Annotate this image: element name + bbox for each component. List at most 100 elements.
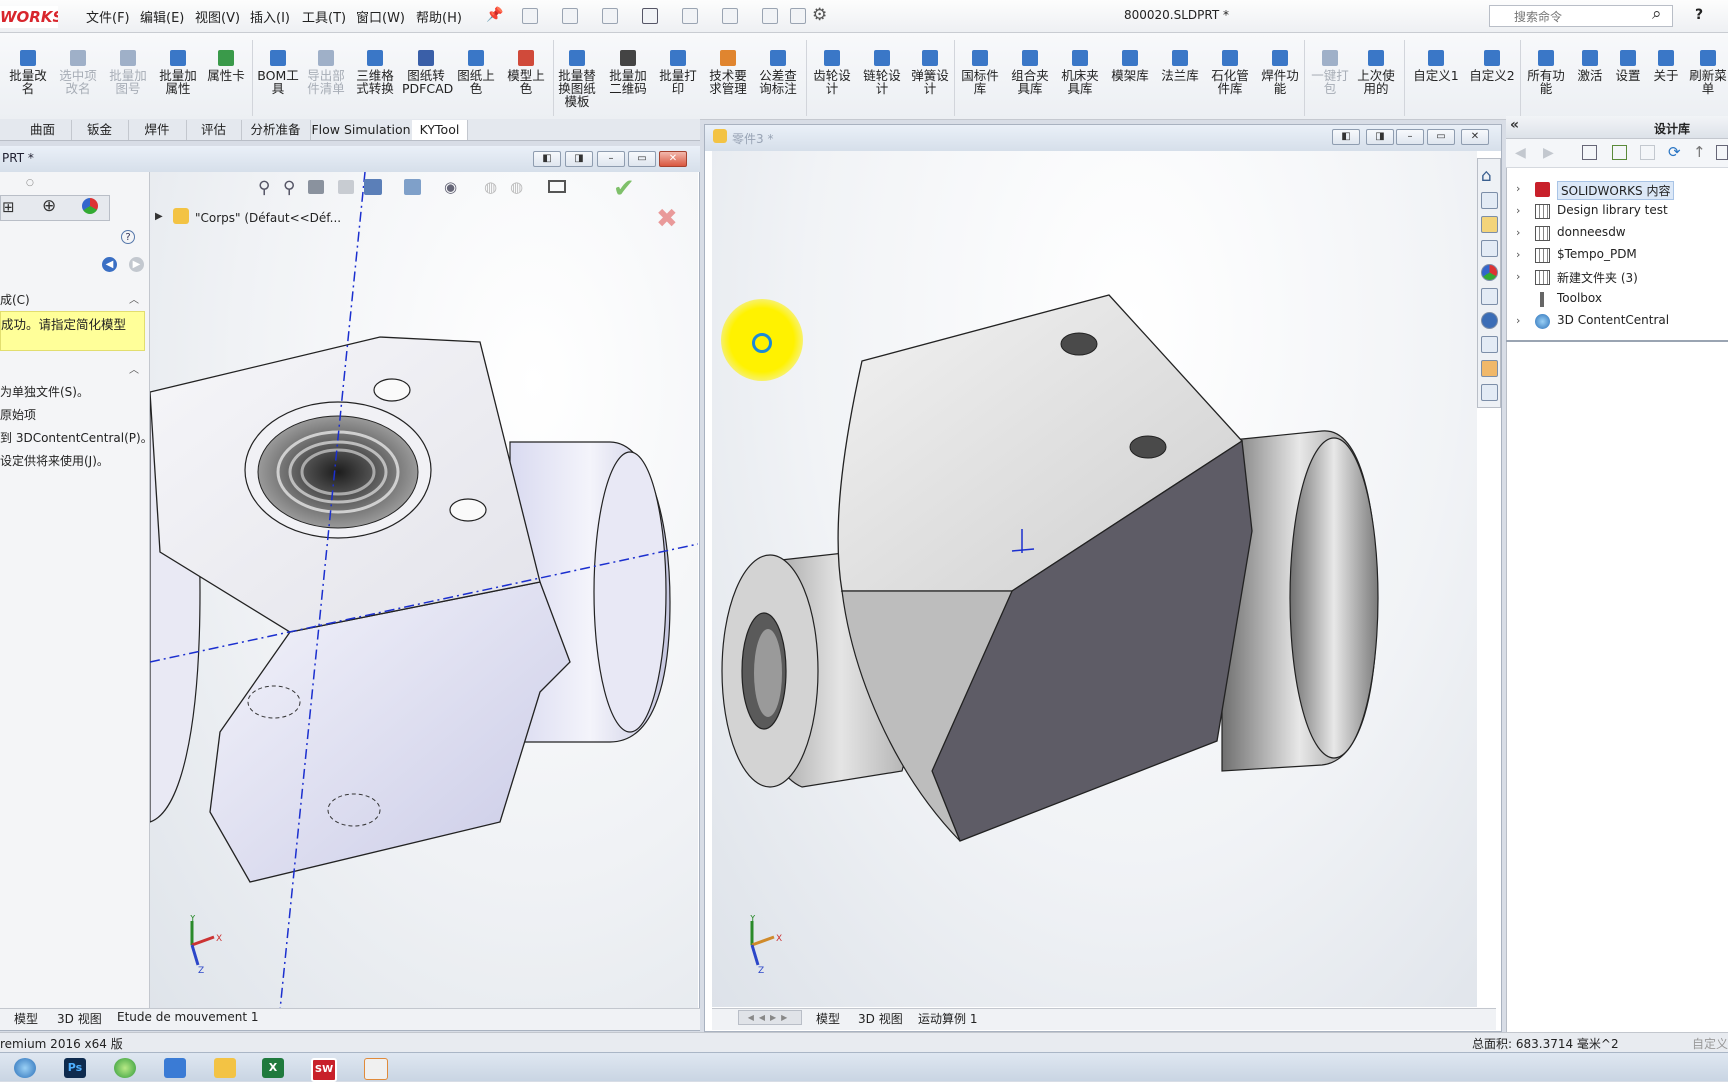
pin-icon[interactable]: 📌 <box>486 7 503 23</box>
ribbon-button[interactable]: 图纸转 PDFCAD <box>402 50 453 95</box>
maximize-button[interactable]: ▭ <box>628 151 656 167</box>
ribbon-button[interactable]: 关于 <box>1648 50 1684 82</box>
ribbon-button[interactable]: 链轮设 计 <box>860 50 904 95</box>
open-document-icon[interactable] <box>562 8 578 24</box>
zoom-to-area-icon[interactable]: ⚲ <box>283 178 295 198</box>
custom-properties-tab-icon[interactable] <box>1481 288 1498 305</box>
option-item[interactable]: 原始项 <box>0 406 36 423</box>
option-item[interactable]: 到 3DContentCentral(P)。 <box>0 429 153 446</box>
menu-item[interactable]: 插入(I) <box>250 7 290 26</box>
appearances-tab-icon[interactable] <box>1481 264 1498 281</box>
file-properties-icon[interactable] <box>790 8 806 24</box>
ribbon-button[interactable]: 批量改 名 <box>6 50 50 95</box>
back-icon[interactable]: ◀ <box>1515 145 1526 161</box>
ribbon-button[interactable]: 机床夹 具库 <box>1058 50 1102 95</box>
maximize-button[interactable]: ▭ <box>1427 129 1455 145</box>
photoshop-icon[interactable]: Ps <box>64 1058 86 1078</box>
ribbon-button[interactable]: 所有功 能 <box>1524 50 1568 95</box>
3d-content-central-tab-icon[interactable] <box>1481 312 1498 329</box>
print-icon[interactable] <box>642 8 658 24</box>
view-palette-tab-icon[interactable] <box>1481 240 1498 257</box>
tab-model[interactable]: 模型 <box>14 1010 38 1027</box>
section-view-icon[interactable] <box>338 180 354 194</box>
command-tab[interactable]: 焊件 <box>128 120 187 140</box>
collapse-pane-icon[interactable]: « <box>1510 117 1519 133</box>
forum-tab-icon[interactable] <box>1481 336 1498 353</box>
command-tab[interactable]: 评估 <box>186 120 242 140</box>
ribbon-button[interactable]: 技术要 求管理 <box>706 50 750 95</box>
library-item[interactable]: Design library test <box>1557 203 1668 217</box>
search-icon[interactable]: ⌕ <box>1652 4 1662 24</box>
view-settings-icon[interactable] <box>548 180 566 193</box>
expand-chevron-icon[interactable]: › <box>1516 314 1520 327</box>
command-tab[interactable]: Flow Simulation <box>310 120 413 140</box>
tab-3d-view[interactable]: 3D 视图 <box>858 1010 903 1027</box>
tile-right-icon[interactable]: ◨ <box>565 151 593 167</box>
ribbon-button[interactable]: 模型上 色 <box>504 50 548 95</box>
add-file-location-icon[interactable] <box>1582 145 1597 160</box>
ribbon-button[interactable]: 模架库 <box>1108 50 1152 82</box>
ribbon-button[interactable]: 批量替 换图纸 模板 <box>555 50 599 108</box>
browser-icon[interactable] <box>114 1058 136 1078</box>
ribbon-button[interactable]: 图纸上 色 <box>454 50 498 95</box>
ribbon-button[interactable]: 自定义1 <box>1410 50 1462 82</box>
ribbon-button[interactable]: 设置 <box>1610 50 1646 82</box>
minimize-button[interactable]: – <box>1396 129 1424 145</box>
minimize-button[interactable]: – <box>597 151 625 167</box>
ribbon-button[interactable]: 批量加 属性 <box>156 50 200 95</box>
configuration-manager-tab-icon[interactable]: ⊕ <box>42 196 56 216</box>
menu-item[interactable]: 工具(T) <box>302 7 346 26</box>
ribbon-button[interactable]: 刷新菜 单 <box>1688 50 1728 95</box>
expand-chevron-icon[interactable]: › <box>1516 270 1520 283</box>
new-document-icon[interactable] <box>522 8 538 24</box>
ribbon-button[interactable]: 上次使 用的 <box>1354 50 1398 95</box>
library-item[interactable]: SOLIDWORKS 内容 <box>1557 181 1675 200</box>
edit-appearance-icon[interactable]: ◍ <box>484 178 497 196</box>
ribbon-button[interactable]: 自定义2 <box>1466 50 1518 82</box>
command-search-field[interactable] <box>1512 7 1656 27</box>
tab-model[interactable]: 模型 <box>816 1010 840 1027</box>
display-style-icon[interactable] <box>404 179 421 195</box>
start-button-icon[interactable] <box>14 1058 36 1078</box>
expand-chevron-icon[interactable]: › <box>1516 182 1520 195</box>
tree-expand-chevron-icon[interactable]: ▶ <box>155 211 163 222</box>
home-icon[interactable]: ⌂ <box>1481 166 1492 186</box>
hide-show-items-icon[interactable]: ◉ <box>444 178 457 196</box>
ribbon-button[interactable]: 法兰库 <box>1158 50 1202 82</box>
forward-icon[interactable]: ▶ <box>1543 145 1554 161</box>
help-icon[interactable]: ? <box>121 230 135 244</box>
tab-scroll-arrows[interactable]: ◀◀▶▶ <box>738 1010 802 1025</box>
expand-chevron-icon[interactable]: › <box>1516 248 1520 261</box>
tab-motion-study[interactable]: Etude de mouvement 1 <box>117 1010 258 1024</box>
ribbon-button[interactable]: 弹簧设 计 <box>908 50 952 95</box>
menu-item[interactable]: 帮助(H) <box>416 7 462 26</box>
solidworks-taskbar-icon[interactable]: SW <box>311 1058 337 1082</box>
ribbon-button[interactable]: 石化管 件库 <box>1208 50 1252 95</box>
select-icon[interactable] <box>722 8 738 24</box>
command-tab[interactable]: 钣金 <box>71 120 129 140</box>
costing-tab-icon[interactable] <box>1481 384 1498 401</box>
command-search-input[interactable] <box>1489 5 1673 27</box>
panel-splitter-dot[interactable]: ○ <box>26 178 34 188</box>
ribbon-button[interactable]: 批量加 二维码 <box>606 50 650 95</box>
apply-scene-icon[interactable]: ◍ <box>510 178 523 196</box>
rebuild-icon[interactable] <box>762 8 778 24</box>
ribbon-button[interactable]: 批量加 图号 <box>106 50 150 95</box>
command-tab[interactable]: 曲面 <box>14 120 72 140</box>
ribbon-button[interactable]: 一键打 包 <box>1308 50 1352 95</box>
tile-right-icon[interactable]: ◨ <box>1366 129 1394 145</box>
command-tab[interactable]: KYTool <box>412 120 468 140</box>
expand-chevron-icon[interactable]: › <box>1516 226 1520 239</box>
close-button[interactable]: ✕ <box>1461 129 1489 145</box>
tab-3d-view[interactable]: 3D 视图 <box>57 1010 102 1027</box>
library-item[interactable]: donneesdw <box>1557 225 1626 239</box>
save-icon[interactable] <box>602 8 618 24</box>
file-explorer-icon[interactable] <box>214 1058 236 1078</box>
messenger-icon[interactable] <box>164 1058 186 1078</box>
ok-checkmark-icon[interactable]: ✔ <box>613 174 635 204</box>
file-explorer-tab-icon[interactable] <box>1481 216 1498 233</box>
menu-item[interactable]: 编辑(E) <box>140 7 184 26</box>
graphics-area-right[interactable] <box>712 151 1477 1007</box>
ribbon-button[interactable]: 选中项 改名 <box>56 50 100 95</box>
collapse-chevron-icon[interactable]: ︿ <box>129 291 139 306</box>
